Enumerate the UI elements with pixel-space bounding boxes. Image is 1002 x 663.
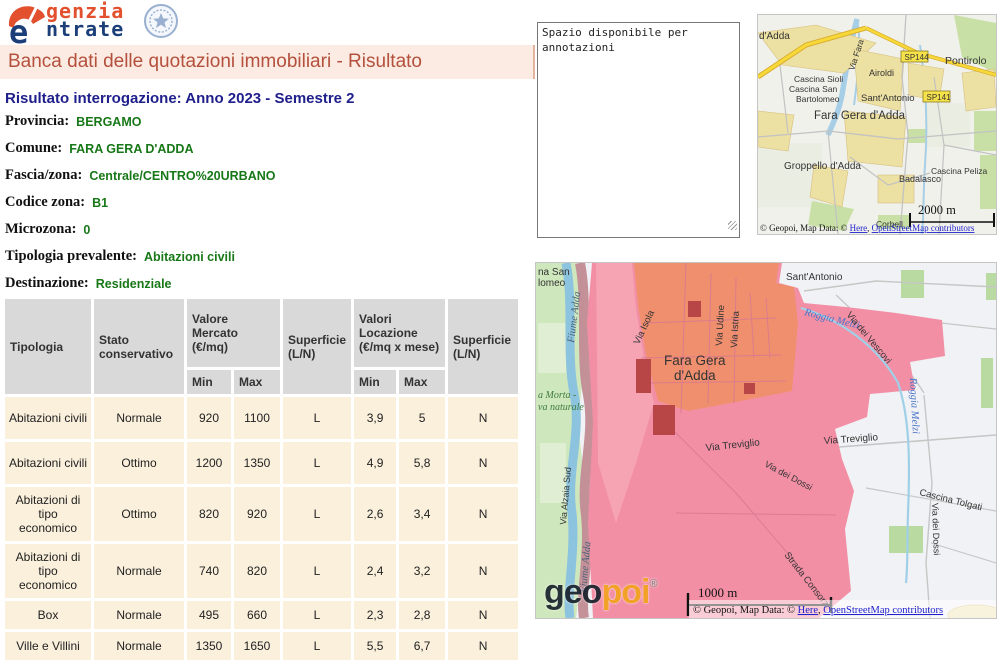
field-value: Centrale/CENTRO%20URBANO xyxy=(89,169,275,183)
map-label-adda: d'Adda xyxy=(759,31,790,42)
map-label-badalasco: Badalasco xyxy=(899,174,941,184)
col-header-superficie-1: Superficie (L/N) xyxy=(283,299,351,394)
map-label-fara-gera-dadda: Fara Gera d'Adda xyxy=(814,110,906,122)
map-label-pontirolo: Pontirolo xyxy=(945,55,987,67)
result-fields: Provincia: BERGAMO Comune: FARA GERA D'A… xyxy=(5,108,525,297)
zone-map[interactable]: na San lomeo Sant'Antonio Fiume Adda Fiu… xyxy=(535,262,997,619)
road-badge-sp141-label: SP141 xyxy=(927,93,952,102)
field-value: Residenziale xyxy=(96,277,172,291)
field-codice-zona: Codice zona: B1 xyxy=(5,189,525,216)
table-row: Abitazioni di tipo economicoNormale 7408… xyxy=(5,544,518,598)
page-title: Banca dati delle quotazioni immobiliari … xyxy=(0,45,533,78)
agenzia-entrate-logo-mark: e xyxy=(6,2,48,44)
italian-republic-emblem-icon xyxy=(142,2,180,40)
geopoi-watermark: geopoi® xyxy=(544,573,657,611)
svg-text:e: e xyxy=(9,13,28,44)
field-tipologia-prevalente: Tipologia prevalente: Abitazioni civili xyxy=(5,243,525,270)
watermark-reg: ® xyxy=(649,578,657,590)
result-heading: Risultato interrogazione: Anno 2023 - Se… xyxy=(5,90,355,107)
map-label-via-dei-dossi-east: Via dei Dossi xyxy=(930,503,942,556)
col-header-valore-mercato: Valore Mercato (€/mq) xyxy=(187,299,280,367)
field-provincia: Provincia: BERGAMO xyxy=(5,108,525,135)
field-value: Abitazioni civili xyxy=(144,250,235,264)
col-header-superficie-2: Superficie (L/N) xyxy=(448,299,518,394)
road-badge-sp144-label: SP144 xyxy=(905,53,930,62)
col-header-vm-max: Max xyxy=(234,370,280,394)
watermark-poi: poi xyxy=(601,573,649,611)
annotations-textarea[interactable]: Spazio disponibile per annotazioni xyxy=(537,22,740,238)
col-header-vm-min: Min xyxy=(187,370,231,394)
field-microzona: Microzona: 0 xyxy=(5,216,525,243)
svg-text:geopoi®: geopoi® xyxy=(544,573,657,611)
map-label-via-udine: Via Udine xyxy=(714,305,727,347)
map-label-airoldi: Airoldi xyxy=(869,68,894,78)
zone-map-shapes xyxy=(536,263,996,618)
overview-map-shapes xyxy=(758,15,996,234)
field-label: Comune: xyxy=(5,140,62,157)
logo-word-entrate: ntrate xyxy=(46,17,124,41)
map-label-bartolomeo-fragment: lomeo xyxy=(538,278,566,289)
field-value: 0 xyxy=(83,223,90,237)
field-label: Microzona: xyxy=(5,221,76,238)
scale-label: 2000 m xyxy=(918,203,956,217)
col-header-vl-max: Max xyxy=(399,370,445,394)
here-link[interactable]: Here xyxy=(850,223,868,233)
field-comune: Comune: FARA GERA D'ADDA xyxy=(5,135,525,162)
here-link[interactable]: Here xyxy=(798,605,819,616)
field-value: B1 xyxy=(92,196,108,210)
quotations-table: Tipologia Stato conservativo Valore Merc… xyxy=(2,296,521,663)
col-header-tipologia: Tipologia xyxy=(5,299,91,394)
watermark-geo: geo xyxy=(544,573,602,611)
map-label-via-istria: Via Istria xyxy=(729,310,742,348)
map-label-morta-fragment: a Morta - xyxy=(538,390,576,401)
openstreetmap-link[interactable]: OpenStreetMap contributors xyxy=(872,223,975,233)
col-header-valori-locazione: Valori Locazione (€/mq x mese) xyxy=(354,299,445,367)
map-label-sant-antonio: Sant'Antonio xyxy=(861,93,915,104)
zone-map-attribution: © Geopoi, Map Data: © Here, OpenStreetMa… xyxy=(693,605,943,616)
map-label-cascina-san: Cascina San xyxy=(789,84,837,94)
map-label-cascina-san-fragment: na San xyxy=(538,267,570,278)
field-label: Destinazione: xyxy=(5,275,89,292)
table-row: Abitazioni civiliOttimo 12001350 L4,9 5,… xyxy=(5,442,518,484)
table-row: Abitazioni civiliNormale 9201100 L3,9 5N xyxy=(5,397,518,439)
overview-map[interactable]: d'Adda Via Fara Airoldi SP144 Pontirolo … xyxy=(757,14,997,235)
field-fascia-zona: Fascia/zona: Centrale/CENTRO%20URBANO xyxy=(5,162,525,189)
agenzia-entrate-logo: e genzia ntrate xyxy=(6,2,181,44)
col-header-stato: Stato conservativo xyxy=(94,299,184,394)
field-label: Fascia/zona: xyxy=(5,167,82,184)
table-row: BoxNormale 495660 L2,3 2,8N xyxy=(5,601,518,629)
col-header-vl-min: Min xyxy=(354,370,396,394)
openstreetmap-link[interactable]: OpenStreetMap contributors xyxy=(823,605,943,616)
map-label-naturale-fragment: va naturale xyxy=(538,402,584,413)
field-label: Tipologia prevalente: xyxy=(5,248,137,265)
map-label-sant-antonio: Sant'Antonio xyxy=(786,272,843,283)
overview-map-attribution: © Geopoi, Map Data: © Here, OpenStreetMa… xyxy=(760,223,975,233)
map-label-dadda: d'Adda xyxy=(674,368,716,383)
map-label-bartolomeo: Bartolomeo xyxy=(796,94,840,104)
field-destinazione: Destinazione: Residenziale xyxy=(5,270,525,297)
table-row: Ville e VilliniNormale 13501650 L5,5 6,7… xyxy=(5,632,518,660)
textarea-resize-handle-icon[interactable] xyxy=(728,221,737,230)
logo-mark-icon: e xyxy=(6,2,48,44)
map-label-groppello: Groppello d'Adda xyxy=(784,161,861,172)
field-label: Codice zona: xyxy=(5,194,85,211)
map-label-fara-gera: Fara Gera xyxy=(664,353,726,368)
page-title-bar: Banca dati delle quotazioni immobiliari … xyxy=(0,45,535,79)
table-row: Abitazioni di tipo economicoOttimo 82092… xyxy=(5,487,518,541)
field-value: FARA GERA D'ADDA xyxy=(69,142,193,156)
scale-label: 1000 m xyxy=(698,585,737,600)
field-value: BERGAMO xyxy=(76,115,141,129)
map-label-cascina-sioli: Cascina Sioli xyxy=(794,74,843,84)
field-label: Provincia: xyxy=(5,113,69,130)
